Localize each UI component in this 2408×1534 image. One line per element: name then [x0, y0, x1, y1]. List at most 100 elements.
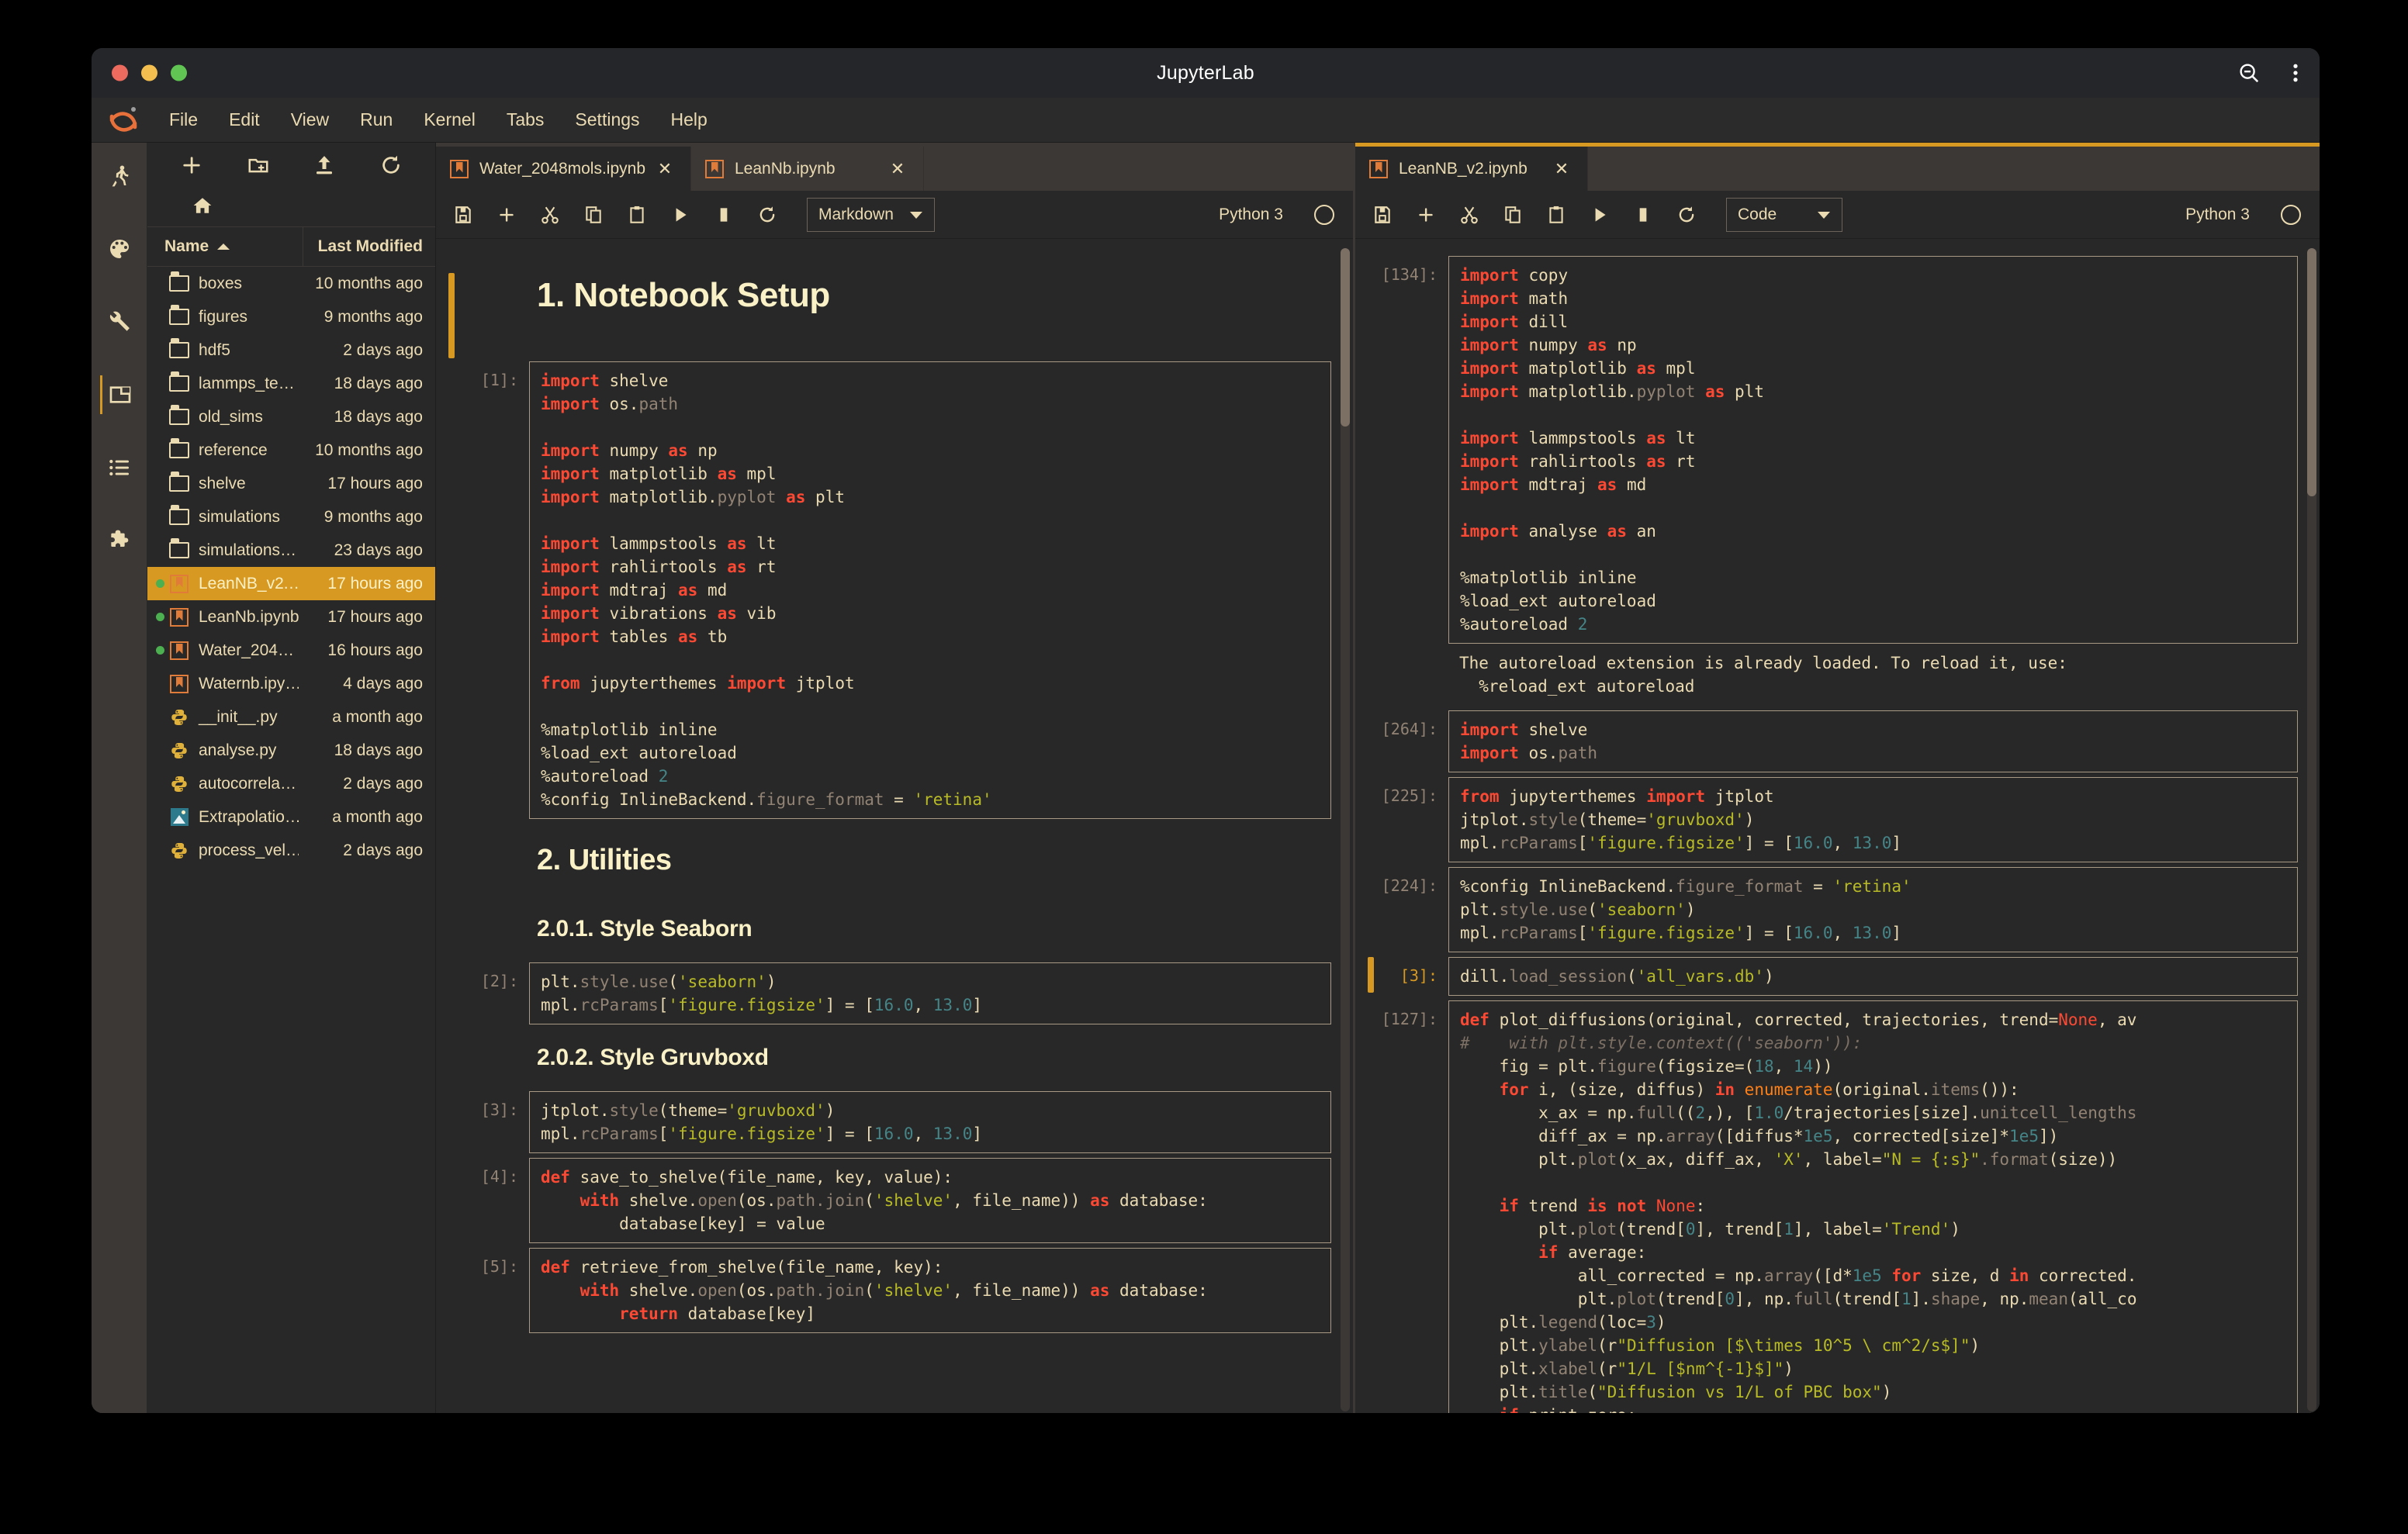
file-list-item[interactable]: old_sims18 days ago — [147, 400, 435, 434]
cell-type-dropdown[interactable]: Markdown — [807, 198, 935, 232]
menu-run[interactable]: Run — [344, 103, 408, 136]
copy-icon[interactable] — [580, 202, 607, 228]
notebook-tab[interactable]: Water_2048mols.ipynb✕ — [436, 147, 691, 191]
kernel-status-indicator-right[interactable] — [2281, 205, 2301, 225]
code-editor[interactable]: def plot_diffusions(original, corrected,… — [1448, 1000, 2298, 1413]
code-editor[interactable]: import shelve import os.path — [1448, 710, 2298, 772]
code-cell[interactable]: [4]:def save_to_shelve(file_name, key, v… — [436, 1158, 1353, 1243]
markdown-cell[interactable]: 2.0.2. Style Gruvboxd — [436, 1029, 1353, 1088]
paste-icon[interactable] — [1543, 202, 1569, 228]
kebab-menu-icon[interactable] — [2292, 61, 2299, 85]
code-editor[interactable]: import copy import math import dill impo… — [1448, 256, 2298, 644]
menu-view[interactable]: View — [275, 103, 344, 136]
sidebar-item-property-inspector[interactable] — [100, 302, 139, 341]
file-list-item[interactable]: process_vel…2 days ago — [147, 834, 435, 867]
code-cell[interactable]: [127]:def plot_diffusions(original, corr… — [1355, 1000, 2320, 1413]
markdown-cell[interactable]: 2.0.1. Style Seaborn — [436, 900, 1353, 959]
code-cell[interactable]: [264]:import shelve import os.path — [1355, 710, 2320, 772]
kernel-status-indicator-left[interactable] — [1314, 205, 1334, 225]
code-editor[interactable]: dill.load_session('all_vars.db') — [1448, 957, 2298, 996]
sidebar-item-theme-palette[interactable] — [100, 230, 139, 268]
code-cell[interactable]: [1]:import shelve import os.path import … — [436, 361, 1353, 819]
code-editor[interactable]: from jupyterthemes import jtplot jtplot.… — [1448, 777, 2298, 862]
upload-icon[interactable] — [292, 147, 358, 183]
breadcrumb[interactable] — [147, 188, 435, 226]
file-list-item[interactable]: figures9 months ago — [147, 300, 435, 333]
code-editor[interactable]: %config InlineBackend.figure_format = 'r… — [1448, 867, 2298, 952]
cut-icon[interactable] — [1456, 202, 1483, 228]
file-list-item[interactable]: LeanNb.ipynb17 hours ago — [147, 600, 435, 634]
sidebar-item-running-sessions[interactable] — [100, 157, 139, 195]
stop-icon[interactable] — [711, 202, 737, 228]
markdown-cell[interactable]: 1. Notebook Setup — [436, 256, 1353, 358]
code-cell[interactable]: [225]:from jupyterthemes import jtplot j… — [1355, 777, 2320, 862]
run-icon[interactable] — [1586, 202, 1613, 228]
code-cell[interactable]: [3]:dill.load_session('all_vars.db') — [1355, 957, 2320, 996]
notebook-tab[interactable]: LeanNb.ipynb✕ — [691, 147, 924, 191]
code-editor[interactable]: def retrieve_from_shelve(file_name, key)… — [529, 1248, 1331, 1333]
stop-icon[interactable] — [1630, 202, 1656, 228]
notebook-tab[interactable]: LeanNB_v2.ipynb✕ — [1355, 147, 1588, 191]
code-cell[interactable]: [2]:plt.style.use('seaborn') mpl.rcParam… — [436, 962, 1353, 1024]
menu-help[interactable]: Help — [656, 103, 723, 136]
column-header-last-modified[interactable]: Last Modified — [303, 237, 435, 256]
code-cell[interactable]: [5]:def retrieve_from_shelve(file_name, … — [436, 1248, 1353, 1333]
kernel-name-left[interactable]: Python 3 — [1219, 206, 1283, 224]
code-cell[interactable]: [224]:%config InlineBackend.figure_forma… — [1355, 867, 2320, 952]
menu-file[interactable]: File — [154, 103, 213, 136]
menu-tabs[interactable]: Tabs — [491, 103, 560, 136]
cell-type-dropdown[interactable]: Code — [1726, 198, 1842, 232]
sidebar-item-file-browser[interactable] — [100, 375, 139, 414]
run-icon[interactable] — [667, 202, 694, 228]
new-folder-icon[interactable] — [225, 147, 292, 183]
file-list-item[interactable]: hdf52 days ago — [147, 333, 435, 367]
save-icon[interactable] — [450, 202, 476, 228]
code-editor[interactable]: jtplot.style(theme='gruvboxd') mpl.rcPar… — [529, 1091, 1331, 1153]
file-list-item[interactable]: LeanNB_v2.…17 hours ago — [147, 567, 435, 600]
new-launcher-icon[interactable] — [158, 147, 225, 183]
cut-icon[interactable] — [537, 202, 563, 228]
file-list-item[interactable]: analyse.py18 days ago — [147, 734, 435, 767]
insert-cell-icon[interactable] — [1413, 202, 1439, 228]
menu-kernel[interactable]: Kernel — [408, 103, 490, 136]
code-editor[interactable]: def save_to_shelve(file_name, key, value… — [529, 1158, 1331, 1243]
markdown-cell[interactable]: 2. Utilities — [436, 824, 1353, 897]
file-list-item[interactable]: __init__.pya month ago — [147, 700, 435, 734]
close-tab-button[interactable]: ✕ — [889, 159, 906, 179]
notebook-scroll-left[interactable]: 1. Notebook Setup[1]:import shelve impor… — [436, 239, 1353, 1413]
menu-settings[interactable]: Settings — [559, 103, 655, 136]
file-list-item[interactable]: reference10 months ago — [147, 434, 435, 467]
file-list-item[interactable]: simulations9 months ago — [147, 500, 435, 534]
close-tab-button[interactable]: ✕ — [656, 159, 673, 179]
insert-cell-icon[interactable] — [493, 202, 520, 228]
restart-icon[interactable] — [1673, 202, 1700, 228]
restart-icon[interactable] — [754, 202, 780, 228]
vertical-scrollbar-right[interactable] — [2307, 248, 2316, 1411]
sidebar-item-extension-manager[interactable] — [100, 521, 139, 560]
home-icon[interactable] — [192, 195, 213, 219]
file-list-item[interactable]: Extrapolatio…a month ago — [147, 800, 435, 834]
paste-icon[interactable] — [624, 202, 650, 228]
sidebar-item-table-of-contents[interactable] — [100, 448, 139, 487]
file-list-item[interactable]: shelve17 hours ago — [147, 467, 435, 500]
file-list-item[interactable]: simulations…23 days ago — [147, 534, 435, 567]
zoom-out-icon[interactable] — [2237, 61, 2261, 85]
menu-edit[interactable]: Edit — [213, 103, 275, 136]
save-icon[interactable] — [1369, 202, 1396, 228]
code-cell[interactable]: [134]:import copy import math import dil… — [1355, 256, 2320, 706]
close-tab-button[interactable]: ✕ — [1553, 159, 1570, 179]
column-header-name[interactable]: Name — [147, 227, 303, 266]
refresh-icon[interactable] — [358, 147, 424, 183]
code-editor[interactable]: import shelve import os.path import nump… — [529, 361, 1331, 819]
file-list-item[interactable]: Waternb.ipy…4 days ago — [147, 667, 435, 700]
file-list-item[interactable]: boxes10 months ago — [147, 267, 435, 300]
vertical-scrollbar-left[interactable] — [1341, 248, 1350, 1411]
code-cell[interactable]: [3]:jtplot.style(theme='gruvboxd') mpl.r… — [436, 1091, 1353, 1153]
code-editor[interactable]: plt.style.use('seaborn') mpl.rcParams['f… — [529, 962, 1331, 1024]
copy-icon[interactable] — [1500, 202, 1526, 228]
file-list-item[interactable]: Water_204…16 hours ago — [147, 634, 435, 667]
notebook-scroll-right[interactable]: [134]:import copy import math import dil… — [1355, 239, 2320, 1413]
file-list-item[interactable]: lammps_te…18 days ago — [147, 367, 435, 400]
kernel-name-right[interactable]: Python 3 — [2185, 206, 2250, 224]
file-list-item[interactable]: autocorrela…2 days ago — [147, 767, 435, 800]
